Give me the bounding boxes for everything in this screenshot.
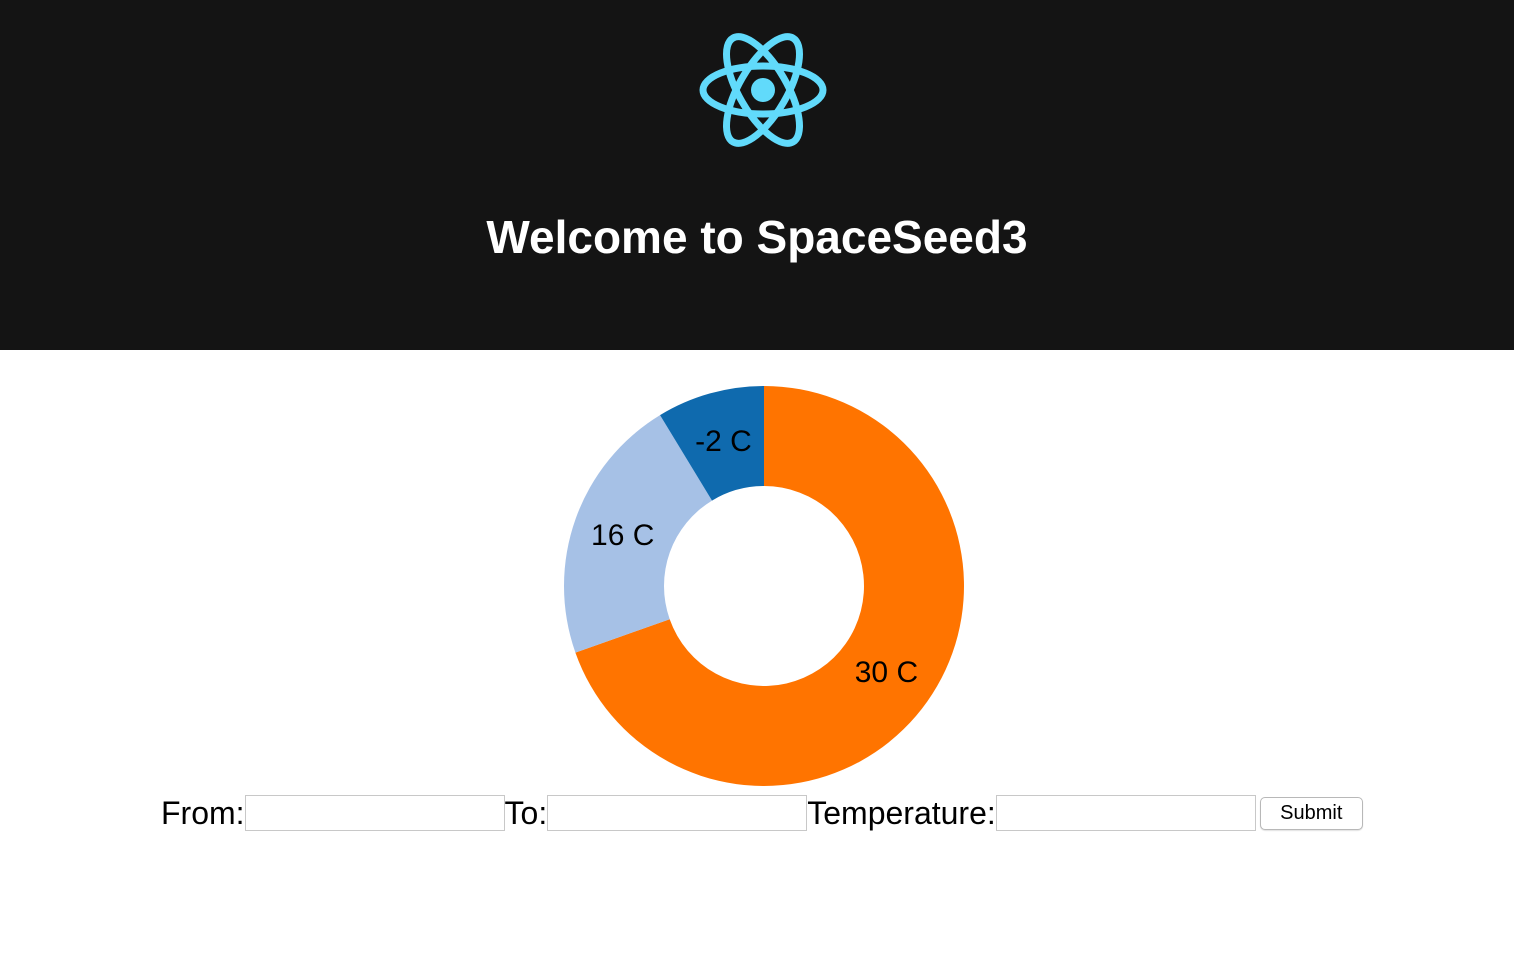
- react-atom-logo-icon: [699, 33, 827, 147]
- temperature-input[interactable]: [995, 795, 1256, 831]
- to-label: To:: [504, 795, 548, 831]
- donut-chart-svg: 30 C 16 C -2 C: [564, 386, 964, 786]
- donut-slice-label-0: 30 C: [855, 656, 918, 689]
- page-title: Welcome to SpaceSeed3: [486, 211, 1028, 263]
- app-header: Welcome to SpaceSeed3: [0, 0, 1514, 350]
- submit-button[interactable]: Submit: [1259, 796, 1363, 830]
- from-input[interactable]: [244, 795, 505, 831]
- donut-slice-label-2: -2 C: [695, 425, 752, 458]
- from-label: From:: [161, 795, 245, 831]
- donut-slice-label-1: 16 C: [591, 519, 654, 552]
- temperature-label: Temperature:: [807, 795, 996, 831]
- temperature-form: From: To: Temperature: Submit: [161, 793, 1363, 833]
- temperature-donut-chart: 30 C 16 C -2 C: [563, 385, 965, 787]
- to-input[interactable]: [547, 795, 808, 831]
